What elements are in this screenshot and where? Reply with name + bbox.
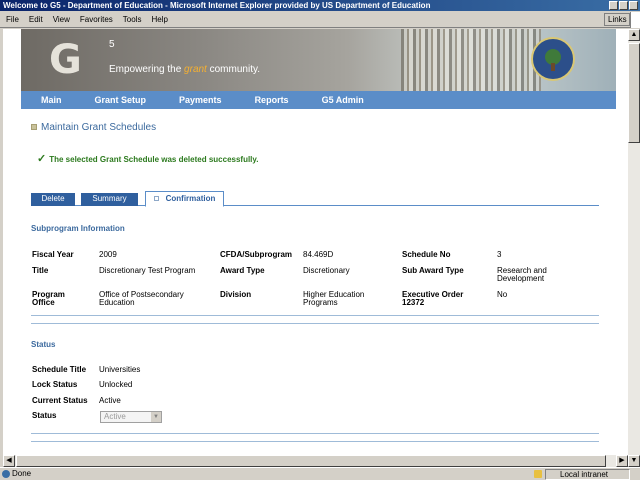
success-text: The selected Grant Schedule was deleted … — [49, 155, 259, 164]
library-shelves-image — [401, 29, 541, 91]
schedule-no-label: Schedule No — [402, 250, 451, 259]
status-text: Done — [12, 469, 32, 478]
division-value-line2: Programs — [303, 298, 338, 307]
nav-g5-admin[interactable]: G5 Admin — [322, 95, 364, 105]
menu-edit[interactable]: Edit — [29, 15, 43, 24]
schedule-no-value: 3 — [497, 250, 502, 259]
schedule-title-value: Universities — [99, 365, 141, 374]
tab-confirmation-label: Confirmation — [165, 194, 216, 203]
tab-confirmation[interactable]: Confirmation — [145, 191, 224, 207]
links-toolbar[interactable]: Links — [604, 13, 630, 26]
title-label: Title — [32, 266, 49, 275]
scroll-down-icon[interactable]: ▼ — [628, 455, 640, 467]
menu-favorites[interactable]: Favorites — [80, 15, 113, 24]
executive-order-label-line2: 12372 — [402, 298, 425, 307]
status-label: Status — [32, 411, 57, 420]
horizontal-scroll-thumb[interactable] — [16, 455, 606, 467]
cfda-label: CFDA/Subprogram — [220, 250, 292, 259]
nav-grant-setup[interactable]: Grant Setup — [95, 95, 147, 105]
divider — [31, 315, 599, 316]
g5-logo[interactable]: G — [49, 37, 82, 83]
chevron-down-icon: ▼ — [151, 412, 161, 422]
minimize-button[interactable] — [609, 1, 618, 10]
tab-summary[interactable]: Summary — [81, 193, 138, 206]
checkmark-icon: ✓ — [37, 153, 47, 165]
horizontal-scrollbar[interactable]: ◀ ▶ — [3, 455, 628, 467]
main-nav: Main Grant Setup Payments Reports G5 Adm… — [21, 91, 616, 109]
nav-payments[interactable]: Payments — [179, 95, 222, 105]
ie-logo-icon — [630, 12, 640, 28]
fiscal-year-label: Fiscal Year — [32, 250, 74, 259]
current-status-label: Current Status — [32, 396, 88, 405]
division-label: Division — [220, 290, 252, 299]
nav-reports[interactable]: Reports — [255, 95, 289, 105]
fiscal-year-value: 2009 — [99, 250, 117, 259]
tab-delete[interactable]: Delete — [31, 193, 75, 206]
cfda-value: 84.469D — [303, 250, 334, 259]
lock-icon — [534, 470, 542, 478]
award-type-label: Award Type — [220, 266, 265, 275]
program-office-value-line2: Education — [99, 298, 135, 307]
window-title: Welcome to G5 - Department of Education … — [3, 1, 431, 10]
current-status-value: Active — [99, 396, 121, 405]
page-title-text: Maintain Grant Schedules — [41, 122, 157, 133]
tagline-post: community. — [206, 64, 261, 75]
tagline: Empowering the grant community. — [109, 64, 260, 75]
scroll-up-icon[interactable]: ▲ — [628, 29, 640, 41]
menu-help[interactable]: Help — [151, 15, 167, 24]
seal-trunk — [551, 63, 555, 71]
maximize-button[interactable] — [619, 1, 628, 10]
lock-status-value: Unlocked — [99, 380, 133, 389]
divider — [31, 441, 599, 442]
g5-logo-superscript: 5 — [109, 39, 115, 50]
success-message: ✓ The selected Grant Schedule was deleted… — [37, 152, 258, 165]
status-select-value: Active — [104, 412, 126, 421]
vertical-scroll-thumb[interactable] — [628, 43, 640, 143]
status-heading: Status — [31, 340, 56, 349]
schedule-title-label: Schedule Title — [32, 365, 87, 374]
close-button[interactable] — [629, 1, 638, 10]
divider — [31, 323, 599, 324]
page-title: Maintain Grant Schedules — [31, 122, 156, 133]
divider — [31, 433, 599, 434]
window-title-bar: Welcome to G5 - Department of Education … — [0, 0, 640, 11]
menu-bar: File Edit View Favorites Tools Help Link… — [0, 12, 640, 28]
page-viewport: G 5 Empowering the grant community. Main… — [3, 29, 628, 467]
award-type-value: Discretionary — [303, 266, 350, 275]
title-bullet-icon — [31, 124, 37, 131]
subprogram-heading: Subprogram Information — [31, 224, 125, 233]
g5-banner: G 5 Empowering the grant community. — [21, 29, 616, 91]
lock-status-label: Lock Status — [32, 380, 78, 389]
menu-tools[interactable]: Tools — [123, 15, 142, 24]
tagline-highlight: grant — [184, 64, 207, 75]
sub-award-type-value-line2: Development — [497, 274, 545, 283]
sub-award-type-label: Sub Award Type — [402, 266, 464, 275]
vertical-scrollbar[interactable]: ▲ ▼ — [628, 29, 640, 467]
tab-box-icon — [153, 196, 159, 202]
scroll-left-icon[interactable]: ◀ — [3, 455, 15, 467]
scroll-right-icon[interactable]: ▶ — [616, 455, 628, 467]
nav-main[interactable]: Main — [41, 95, 62, 105]
executive-order-value: No — [497, 290, 508, 299]
page-icon — [2, 470, 10, 478]
menu-view[interactable]: View — [53, 15, 70, 24]
status-bar: Done Local intranet — [0, 467, 640, 480]
status-select[interactable]: Active ▼ — [100, 411, 162, 423]
tagline-pre: Empowering the — [109, 64, 185, 75]
menu-file[interactable]: File — [6, 15, 19, 24]
security-zone: Local intranet — [545, 469, 630, 480]
title-value: Discretionary Test Program — [99, 266, 196, 275]
tab-bar: Delete Summary Confirmation — [31, 190, 599, 207]
department-of-education-seal-icon — [531, 37, 575, 81]
program-office-label-line2: Office — [32, 298, 55, 307]
